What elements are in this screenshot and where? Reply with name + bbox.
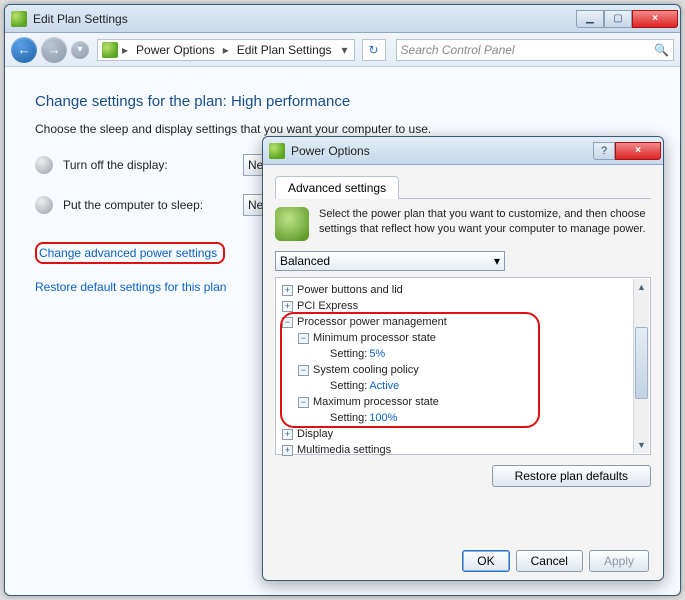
display-icon: [35, 156, 53, 174]
nav-history-button[interactable]: ▾: [71, 41, 89, 59]
tree-power-buttons[interactable]: + Power buttons and lid: [276, 282, 650, 298]
expand-icon[interactable]: +: [282, 301, 293, 312]
nav-bar: ← → ▾ ▸ Power Options ▸ Edit Plan Settin…: [5, 33, 680, 67]
plan-selected: Balanced: [280, 254, 330, 268]
scroll-thumb[interactable]: [635, 327, 648, 399]
close-button[interactable]: ×: [632, 10, 678, 28]
max-processor-value[interactable]: 100%: [369, 412, 397, 424]
collapse-icon[interactable]: −: [282, 317, 293, 328]
chevron-right-icon: ▸: [221, 43, 231, 57]
collapse-icon[interactable]: −: [298, 397, 309, 408]
chevron-right-icon: ▸: [120, 43, 130, 57]
help-button[interactable]: ?: [593, 142, 615, 160]
link-restore-defaults[interactable]: Restore default settings for this plan: [35, 280, 226, 294]
tree-cooling-policy[interactable]: − System cooling policy: [276, 362, 650, 378]
power-options-dialog: Power Options ? × Advanced settings Sele…: [262, 136, 664, 581]
row-label: Put the computer to sleep:: [63, 198, 233, 212]
tree-max-processor-setting[interactable]: Setting: 100%: [276, 410, 650, 426]
chevron-down-icon: ▾: [494, 254, 500, 268]
dialog-intro: Select the power plan that you want to c…: [275, 207, 651, 241]
tree-min-processor-setting[interactable]: Setting: 5%: [276, 346, 650, 362]
power-plan-dropdown[interactable]: Balanced ▾: [275, 251, 505, 271]
chevron-down-icon[interactable]: ▾: [338, 43, 352, 57]
window-title: Edit Plan Settings: [33, 12, 128, 26]
tree-display[interactable]: + Display: [276, 426, 650, 442]
tree-pci-express[interactable]: + PCI Express: [276, 298, 650, 314]
ok-button[interactable]: OK: [462, 550, 509, 572]
scroll-down-icon[interactable]: ▼: [634, 437, 649, 453]
minimize-button[interactable]: ▁: [576, 10, 604, 28]
link-change-advanced[interactable]: Change advanced power settings: [35, 242, 225, 264]
tree-scrollbar[interactable]: ▲ ▼: [633, 279, 649, 453]
search-placeholder: Search Control Panel: [401, 43, 515, 57]
restore-plan-defaults-button[interactable]: Restore plan defaults: [492, 465, 651, 487]
apply-button[interactable]: Apply: [589, 550, 649, 572]
tree-processor-power[interactable]: − Processor power management: [276, 314, 650, 330]
power-plan-icon: [275, 207, 309, 241]
tree-max-processor[interactable]: − Maximum processor state: [276, 394, 650, 410]
row-label: Turn off the display:: [63, 158, 233, 172]
tab-header: Advanced settings: [275, 175, 651, 199]
nav-forward-button[interactable]: →: [41, 37, 67, 63]
power-options-icon: [269, 143, 285, 159]
breadcrumb-edit-plan[interactable]: Edit Plan Settings: [231, 43, 338, 57]
search-input[interactable]: Search Control Panel 🔍: [396, 39, 674, 61]
collapse-icon[interactable]: −: [298, 333, 309, 344]
expand-icon[interactable]: +: [282, 285, 293, 296]
page-subtext: Choose the sleep and display settings th…: [35, 122, 650, 136]
expand-icon[interactable]: +: [282, 445, 293, 456]
tree-min-processor[interactable]: − Minimum processor state: [276, 330, 650, 346]
cooling-policy-value[interactable]: Active: [369, 380, 399, 392]
tree-multimedia[interactable]: + Multimedia settings: [276, 442, 650, 458]
dialog-titlebar[interactable]: Power Options ? ×: [263, 137, 663, 165]
min-processor-value[interactable]: 5%: [369, 348, 385, 360]
settings-tree[interactable]: + Power buttons and lid + PCI Express − …: [275, 277, 651, 455]
expand-icon[interactable]: +: [282, 429, 293, 440]
page-heading: Change settings for the plan: High perfo…: [35, 93, 650, 110]
breadcrumb[interactable]: ▸ Power Options ▸ Edit Plan Settings ▾: [97, 39, 355, 61]
tab-advanced-settings[interactable]: Advanced settings: [275, 176, 399, 199]
tree-cooling-setting[interactable]: Setting: Active: [276, 378, 650, 394]
scroll-up-icon[interactable]: ▲: [634, 279, 649, 295]
sleep-icon: [35, 196, 53, 214]
intro-text: Select the power plan that you want to c…: [319, 207, 651, 241]
cancel-button[interactable]: Cancel: [516, 550, 583, 572]
breadcrumb-power-options[interactable]: Power Options: [130, 43, 221, 57]
nav-back-button[interactable]: ←: [11, 37, 37, 63]
search-icon: 🔍: [654, 43, 669, 57]
collapse-icon[interactable]: −: [298, 365, 309, 376]
dialog-close-button[interactable]: ×: [615, 142, 661, 160]
power-options-icon: [11, 11, 27, 27]
dialog-title: Power Options: [291, 144, 370, 158]
titlebar[interactable]: Edit Plan Settings ▁ ▢ ×: [5, 5, 680, 33]
maximize-button[interactable]: ▢: [604, 10, 632, 28]
power-options-icon: [102, 42, 118, 58]
refresh-button[interactable]: ↻: [362, 39, 386, 61]
